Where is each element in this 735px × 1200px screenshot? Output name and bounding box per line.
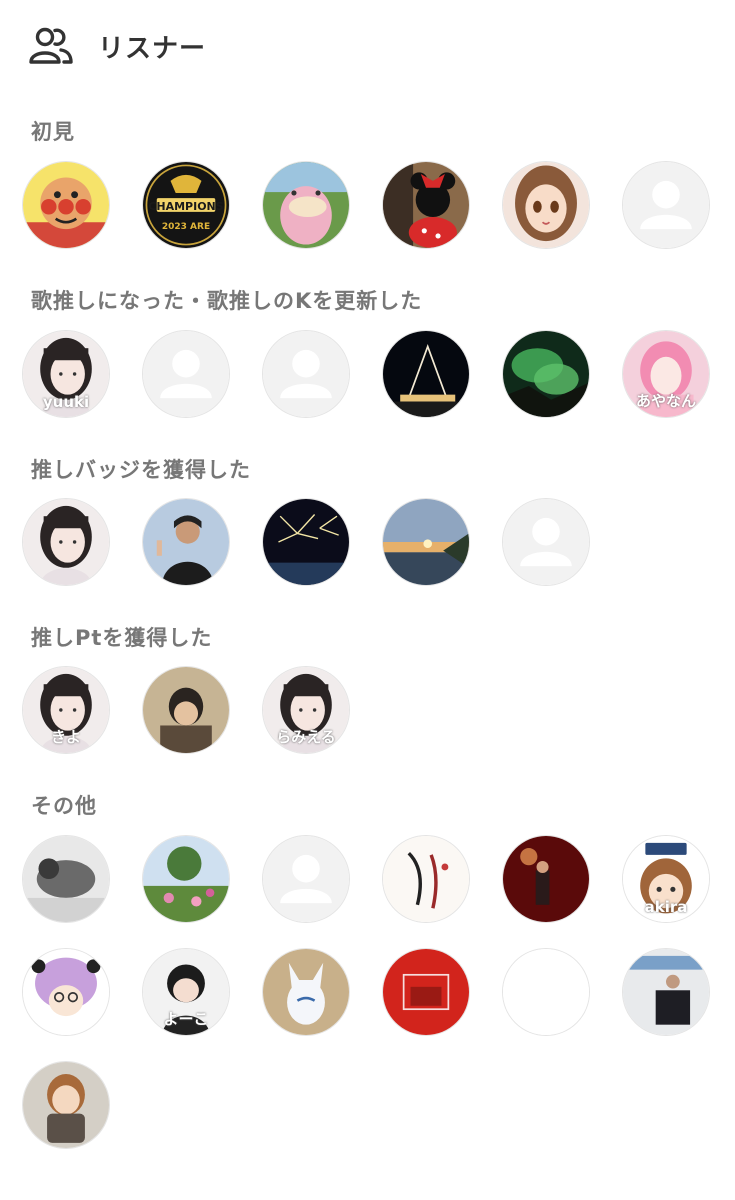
section-label: 歌推しになった・歌推しのKを更新した [31, 289, 423, 313]
red-box-avatar[interactable] [382, 948, 470, 1036]
ayanan-avatar[interactable]: あやなん [622, 330, 710, 418]
man-peace-avatar[interactable] [142, 498, 230, 586]
pink-hair-girl-icon [623, 331, 709, 417]
doll-figure-icon [23, 1062, 109, 1148]
illustration-avatar[interactable] [382, 835, 470, 923]
fox-figurine-icon [263, 949, 349, 1035]
blank-avatar[interactable] [502, 948, 590, 1036]
night-building-photo-icon [383, 331, 469, 417]
dog-avatar[interactable] [22, 835, 110, 923]
section-label: 推しPtを獲得した [31, 626, 213, 650]
sunset-photo-icon [383, 499, 469, 585]
anpanman-face-icon [23, 162, 109, 248]
purple-hair-cartoon-icon [23, 949, 109, 1035]
default-user-avatar[interactable] [262, 330, 350, 418]
red-box-photo-icon [383, 949, 469, 1035]
section-label: 推しバッジを獲得した [31, 458, 251, 482]
minnie-avatar[interactable] [382, 161, 470, 249]
yuuki-avatar[interactable]: yuuki [22, 330, 110, 418]
default-user-avatar[interactable] [262, 835, 350, 923]
blank-icon [503, 949, 589, 1035]
concert-photo-icon [503, 836, 589, 922]
default-user-avatar[interactable] [622, 161, 710, 249]
yoko-avatar[interactable]: よーこ [142, 948, 230, 1036]
default-person-icon [263, 331, 349, 417]
aurora-photo-icon [503, 331, 589, 417]
peace-sign-photo-icon [143, 667, 229, 753]
akira-avatar[interactable]: akira [622, 835, 710, 923]
anime-girl-avatar[interactable] [502, 161, 590, 249]
tigers-champions-avatar[interactable]: 2023 ARE CHAMPIONS [142, 161, 230, 249]
dog-photo-icon [23, 836, 109, 922]
night-building-avatar[interactable] [382, 330, 470, 418]
slowpoke-figure-icon [263, 162, 349, 248]
man-peace-photo-icon [143, 499, 229, 585]
concert-avatar[interactable] [502, 835, 590, 923]
default-user-avatar[interactable] [502, 498, 590, 586]
default-person-icon [263, 836, 349, 922]
doll-avatar[interactable] [22, 1061, 110, 1149]
sunset-avatar[interactable] [382, 498, 470, 586]
woman-photo-icon [263, 667, 349, 753]
garden-photo-icon [143, 836, 229, 922]
section-label: その他 [31, 794, 97, 818]
default-person-icon [143, 331, 229, 417]
fireworks-avatar[interactable] [262, 498, 350, 586]
chibi-girl-icon [623, 836, 709, 922]
default-person-icon [623, 162, 709, 248]
woman-photo-avatar[interactable] [22, 498, 110, 586]
users-icon [28, 26, 74, 66]
mie-avatar[interactable]: らみえる [262, 666, 350, 754]
section-label: 初見 [31, 120, 75, 144]
page-title: リスナー [98, 33, 207, 64]
magazine-cover-icon [623, 949, 709, 1035]
fox-figurine-avatar[interactable] [262, 948, 350, 1036]
kiyo-avatar[interactable]: きよ [22, 666, 110, 754]
magazine-man-avatar[interactable] [622, 948, 710, 1036]
page-header: リスナー [28, 26, 206, 66]
woman-photo-icon [23, 667, 109, 753]
peace-sign-avatar[interactable] [142, 666, 230, 754]
woman-photo-icon [23, 331, 109, 417]
woman-photo-icon [23, 499, 109, 585]
tigers-logo-icon [143, 162, 229, 248]
minnie-mouse-icon [383, 162, 469, 248]
aurora-avatar[interactable] [502, 330, 590, 418]
garden-avatar[interactable] [142, 835, 230, 923]
anime-girl-icon [503, 162, 589, 248]
baby-photo-icon [143, 949, 229, 1035]
purple-hair-avatar[interactable] [22, 948, 110, 1036]
default-person-icon [503, 499, 589, 585]
fireworks-photo-icon [263, 499, 349, 585]
slowpoke-avatar[interactable] [262, 161, 350, 249]
anpanman-avatar[interactable] [22, 161, 110, 249]
default-user-avatar[interactable] [142, 330, 230, 418]
ink-illustration-icon [383, 836, 469, 922]
